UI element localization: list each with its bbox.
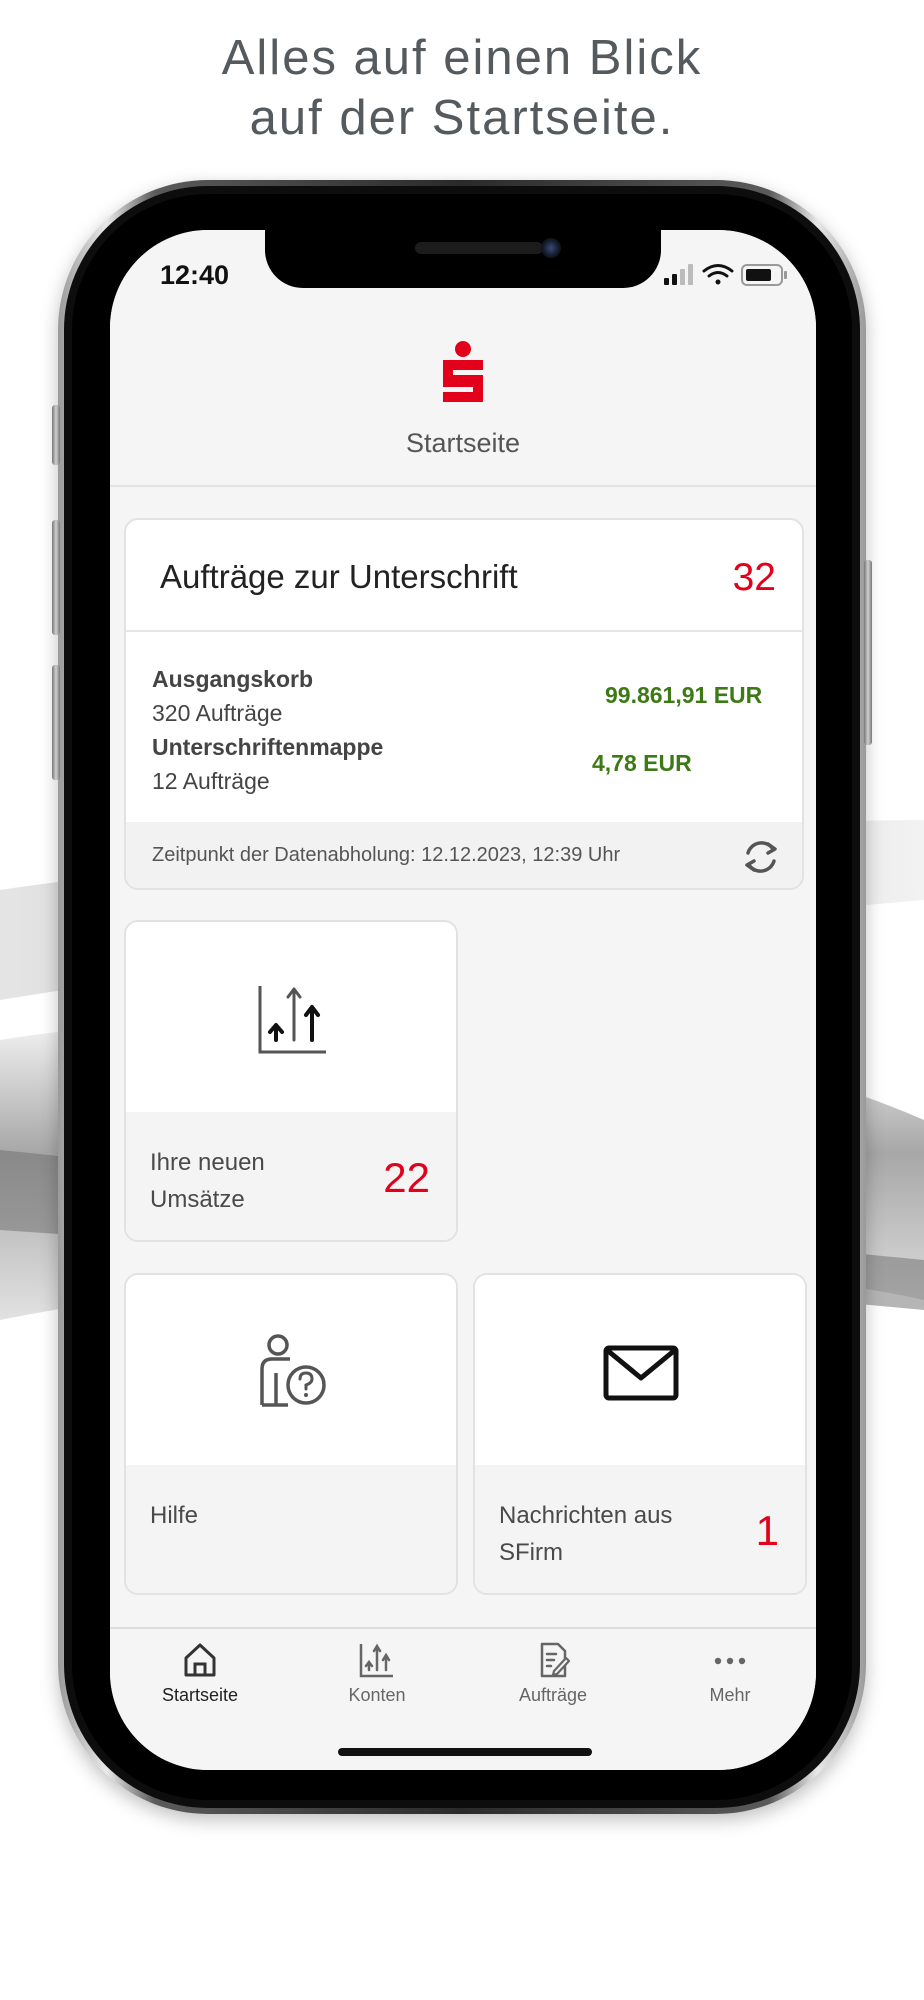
more-dots-icon	[714, 1657, 746, 1665]
signature-folder-order-count: 12 Aufträge	[152, 768, 270, 794]
signature-orders-card[interactable]: Aufträge zur Unterschrift 32 Ausgangskor…	[124, 518, 804, 890]
signature-folder-amount: 4,78 EUR	[592, 750, 692, 776]
tab-label: Konten	[348, 1685, 406, 1705]
tab-label: Aufträge	[518, 1685, 588, 1705]
tab-label: Startseite	[161, 1685, 239, 1705]
tile-footer: Hilfe	[126, 1465, 456, 1593]
messages-count: 1	[755, 1507, 779, 1554]
earpiece	[415, 242, 543, 254]
phone-screen: Startseite 12:40 Aufträge zur Unterschri…	[110, 230, 816, 1770]
headline-line-1: Alles auf einen Blick	[221, 31, 703, 85]
front-camera	[541, 238, 561, 258]
accounts-chart-icon	[359, 1643, 393, 1678]
side-button-mute	[52, 405, 60, 465]
status-time: 12:40	[160, 260, 230, 290]
tab-auftraege[interactable]: Aufträge	[493, 1641, 613, 1706]
status-icons	[664, 264, 787, 286]
home-icon	[184, 1643, 216, 1677]
phone-notch	[265, 230, 661, 288]
outbox-label: Ausgangskorb	[152, 666, 314, 692]
data-fetch-timestamp: Zeitpunkt der Datenabholung: 12.12.2023,…	[152, 844, 621, 866]
divider	[126, 630, 802, 632]
side-button-volume-up	[52, 520, 60, 635]
signature-card-title: Aufträge zur Unterschrift	[160, 558, 518, 595]
refresh-icon[interactable]	[740, 836, 782, 878]
tile-footer: Ihre neuen Umsätze 22	[126, 1112, 456, 1240]
new-transactions-count: 22	[383, 1154, 430, 1201]
tab-label: Mehr	[709, 1685, 751, 1705]
tile-icon-area	[475, 1275, 805, 1465]
home-indicator[interactable]	[338, 1748, 592, 1756]
tile-messages[interactable]: Nachrichten aus SFirm 1	[473, 1273, 807, 1595]
headline: Alles auf einen Blick auf der Startseite…	[0, 28, 924, 148]
outbox-amount: 99.861,91 EUR	[605, 682, 763, 708]
wifi-icon	[702, 264, 734, 285]
tile-icon-area	[126, 1275, 456, 1465]
tab-startseite[interactable]: Startseite	[140, 1641, 260, 1706]
data-fetch-footer: Zeitpunkt der Datenabholung: 12.12.2023,…	[126, 822, 802, 888]
battery-icon	[741, 264, 787, 286]
tile-label: Hilfe	[150, 1502, 199, 1529]
tile-new-transactions[interactable]: Ihre neuen Umsätze 22	[124, 920, 458, 1242]
tile-footer: Nachrichten aus SFirm 1	[475, 1465, 805, 1593]
tile-label: Ihre neuen Umsätze	[150, 1149, 265, 1213]
side-button-volume-down	[52, 665, 60, 780]
outbox-order-count: 320 Aufträge	[152, 700, 283, 726]
signature-folder-label: Unterschriftenmappe	[152, 734, 384, 760]
transactions-chart-icon	[258, 986, 326, 1054]
tab-konten[interactable]: Konten	[317, 1641, 437, 1706]
tile-icon-area	[126, 922, 456, 1112]
tile-label: Nachrichten aus SFirm	[499, 1502, 673, 1566]
sparkasse-logo	[443, 341, 483, 402]
headline-line-2: auf der Startseite.	[249, 91, 675, 145]
tab-mehr[interactable]: Mehr	[670, 1641, 790, 1706]
marketing-screenshot: Alles auf einen Blick auf der Startseite…	[0, 0, 924, 2000]
tile-help[interactable]: Hilfe	[124, 1273, 458, 1595]
envelope-icon	[603, 1345, 679, 1401]
document-edit-icon	[540, 1642, 571, 1678]
signal-icon	[664, 264, 693, 285]
side-button-power	[864, 560, 872, 745]
page-title: Startseite	[405, 428, 521, 458]
help-person-icon	[260, 1334, 326, 1407]
signature-count-badge: 32	[732, 556, 776, 599]
